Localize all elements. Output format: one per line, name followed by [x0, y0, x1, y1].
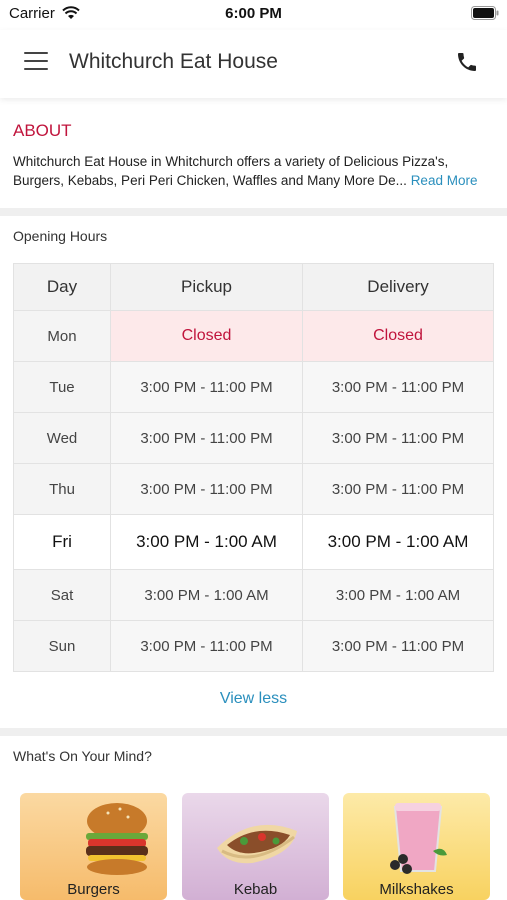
row-delivery: 3:00 PM - 11:00 PM [302, 412, 494, 464]
category-card-milkshakes[interactable]: Milkshakes [343, 793, 490, 900]
category-card-kebab[interactable]: Kebab [182, 793, 329, 900]
phone-icon[interactable] [455, 50, 479, 74]
opening-hours-table: Day Pickup Delivery Mon Closed Closed Tu… [13, 263, 494, 672]
status-bar: Carrier 6:00 PM [0, 0, 507, 30]
page-title: Whitchurch Eat House [69, 50, 278, 73]
row-delivery: 3:00 PM - 11:00 PM [302, 620, 494, 672]
row-day: Tue [13, 361, 111, 413]
row-pickup: 3:00 PM - 11:00 PM [110, 361, 303, 413]
row-pickup: 3:00 PM - 11:00 PM [110, 620, 303, 672]
row-day: Fri [13, 514, 111, 570]
table-row: Sun 3:00 PM - 11:00 PM 3:00 PM - 11:00 P… [13, 620, 494, 672]
header-pickup: Pickup [110, 263, 303, 311]
card-label: Kebab [233, 881, 278, 898]
view-less-link[interactable]: View less [0, 690, 507, 708]
category-cards: Burgers Kebab Milkshakes [20, 793, 490, 900]
card-label: Milkshakes [379, 881, 454, 898]
row-day: Thu [13, 463, 111, 515]
table-row: Tue 3:00 PM - 11:00 PM 3:00 PM - 11:00 P… [13, 361, 494, 413]
table-row: Thu 3:00 PM - 11:00 PM 3:00 PM - 11:00 P… [13, 463, 494, 515]
about-description: Whitchurch Eat House in Whitchurch offer… [13, 154, 449, 188]
row-day: Mon [13, 310, 111, 362]
category-card-burgers[interactable]: Burgers [20, 793, 167, 900]
clock: 6:00 PM [225, 5, 282, 22]
opening-hours-label: Opening Hours [13, 228, 108, 244]
about-text: Whitchurch Eat House in Whitchurch offer… [13, 152, 497, 190]
menu-icon[interactable] [24, 52, 48, 70]
about-title: ABOUT [13, 121, 72, 140]
about-section: ABOUT Whitchurch Eat House in Whitchurch… [0, 106, 507, 208]
row-day: Sun [13, 620, 111, 672]
table-header-row: Day Pickup Delivery [13, 263, 494, 311]
row-pickup: 3:00 PM - 11:00 PM [110, 412, 303, 464]
row-pickup: 3:00 PM - 1:00 AM [110, 569, 303, 621]
row-day: Wed [13, 412, 111, 464]
row-delivery: Closed [302, 310, 494, 362]
row-delivery: 3:00 PM - 1:00 AM [302, 514, 494, 570]
row-delivery: 3:00 PM - 11:00 PM [302, 463, 494, 515]
table-row: Mon Closed Closed [13, 310, 494, 362]
section-divider [0, 728, 507, 736]
row-pickup: 3:00 PM - 1:00 AM [110, 514, 303, 570]
row-day: Sat [13, 569, 111, 621]
section-divider [0, 208, 507, 216]
whats-on-your-mind-label: What's On Your Mind? [13, 748, 152, 764]
battery-icon [471, 6, 499, 20]
table-row-today: Fri 3:00 PM - 1:00 AM 3:00 PM - 1:00 AM [13, 514, 494, 570]
row-pickup: Closed [110, 310, 303, 362]
table-row: Sat 3:00 PM - 1:00 AM 3:00 PM - 1:00 AM [13, 569, 494, 621]
header-delivery: Delivery [302, 263, 494, 311]
header-day: Day [13, 263, 111, 311]
card-label: Burgers [67, 881, 120, 898]
row-delivery: 3:00 PM - 1:00 AM [302, 569, 494, 621]
read-more-link[interactable]: Read More [411, 173, 478, 188]
row-delivery: 3:00 PM - 11:00 PM [302, 361, 494, 413]
table-row: Wed 3:00 PM - 11:00 PM 3:00 PM - 11:00 P… [13, 412, 494, 464]
row-pickup: 3:00 PM - 11:00 PM [110, 463, 303, 515]
app-header: Whitchurch Eat House [0, 30, 507, 98]
